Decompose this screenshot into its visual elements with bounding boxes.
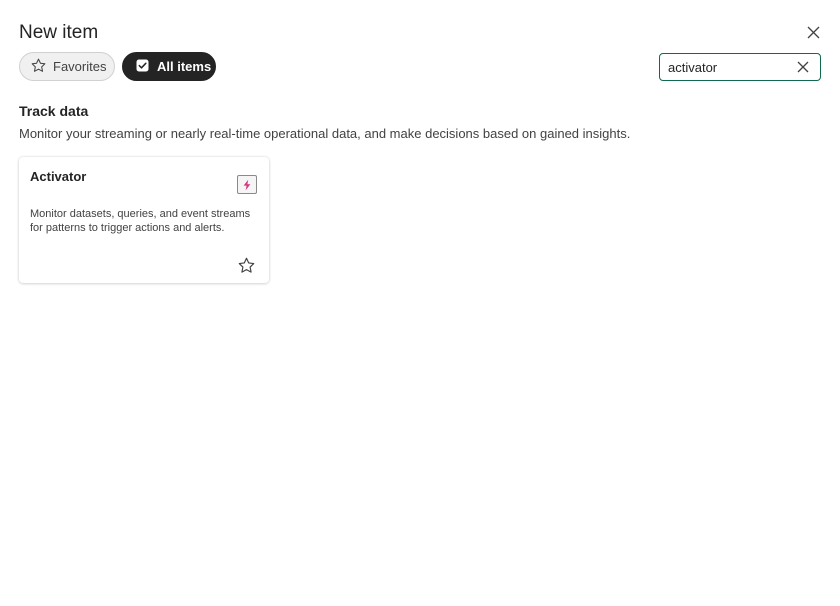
clear-search-button[interactable] — [796, 60, 810, 74]
card-description: Monitor datasets, queries, and event str… — [30, 208, 251, 234]
favorites-filter-label: Favorites — [53, 59, 107, 74]
search-input[interactable] — [668, 55, 796, 79]
clear-icon — [797, 61, 809, 73]
section-title: Track data — [19, 103, 89, 119]
close-button[interactable] — [803, 24, 823, 44]
all-items-filter-button[interactable]: All items — [122, 52, 216, 81]
activator-lightning-icon — [237, 175, 257, 194]
activator-item-card[interactable]: Activator Monitor datasets, queries, and… — [19, 157, 269, 283]
close-icon — [807, 26, 820, 42]
new-item-dialog: New item Favorites All items activator T… — [0, 0, 840, 606]
card-title: Activator — [30, 169, 87, 184]
checkbox-checked-icon — [136, 59, 149, 75]
section-description: Monitor your streaming or nearly real-ti… — [19, 126, 631, 141]
all-items-filter-label: All items — [157, 59, 212, 74]
favorites-filter-button[interactable]: Favorites — [19, 52, 115, 81]
star-outline-icon — [31, 58, 46, 76]
favorite-toggle-button[interactable] — [237, 256, 255, 274]
star-outline-icon — [238, 257, 254, 273]
search-box — [659, 53, 821, 81]
dialog-title: New item — [19, 22, 99, 43]
